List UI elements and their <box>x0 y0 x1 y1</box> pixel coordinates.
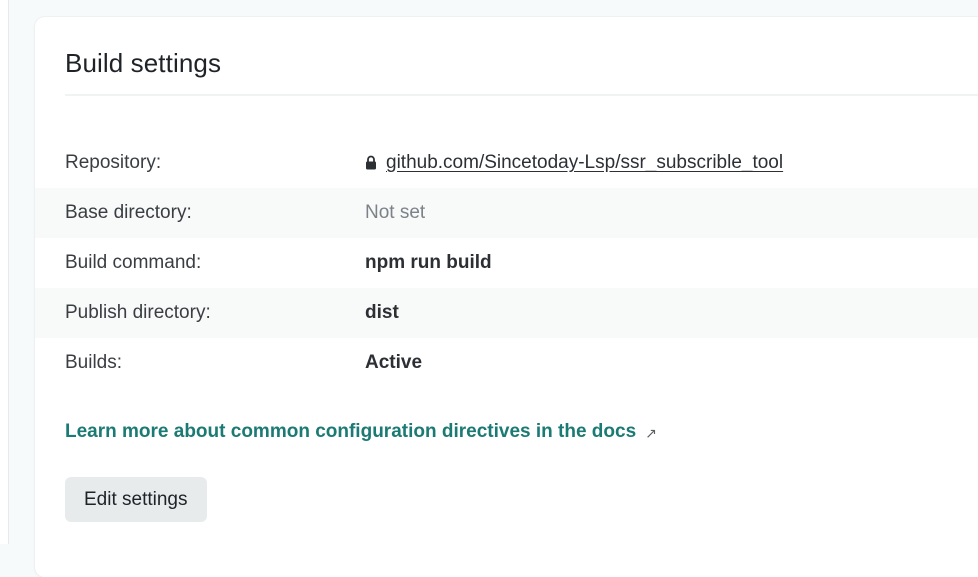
publish-directory-label: Publish directory: <box>65 302 211 323</box>
setting-row-repository: Repository: github.com/Sincetoday-Lsp/ss… <box>35 138 978 188</box>
repository-link[interactable]: github.com/Sincetoday-Lsp/ssr_subscrible… <box>386 152 783 174</box>
external-link-icon: ↗ <box>645 424 657 441</box>
edit-settings-button[interactable]: Edit settings <box>65 477 207 522</box>
settings-list: Repository: github.com/Sincetoday-Lsp/ss… <box>35 138 978 388</box>
build-command-value: npm run build <box>365 252 492 273</box>
setting-row-builds: Builds: Active <box>35 338 978 388</box>
lock-icon <box>366 155 376 169</box>
repository-label: Repository: <box>65 152 162 173</box>
left-rail <box>0 0 9 544</box>
base-directory-value: Not set <box>365 202 426 223</box>
title-divider <box>65 94 978 96</box>
setting-row-publish-directory: Publish directory: dist <box>35 288 978 338</box>
card-title: Build settings <box>65 48 222 78</box>
build-settings-card: Build settings Repository: github.com/Si… <box>35 17 978 577</box>
setting-row-build-command: Build command: npm run build <box>35 238 978 288</box>
docs-link[interactable]: Learn more about common configuration di… <box>65 421 657 443</box>
repository-value: github.com/Sincetoday-Lsp/ssr_subscrible… <box>365 152 783 174</box>
setting-row-base-directory: Base directory: Not set <box>35 188 978 238</box>
builds-label: Builds: <box>65 352 123 373</box>
build-command-label: Build command: <box>65 252 202 273</box>
docs-link-text: Learn more about common configuration di… <box>65 421 637 442</box>
publish-directory-value: dist <box>365 302 399 323</box>
builds-status-value: Active <box>365 352 423 373</box>
base-directory-label: Base directory: <box>65 202 192 223</box>
